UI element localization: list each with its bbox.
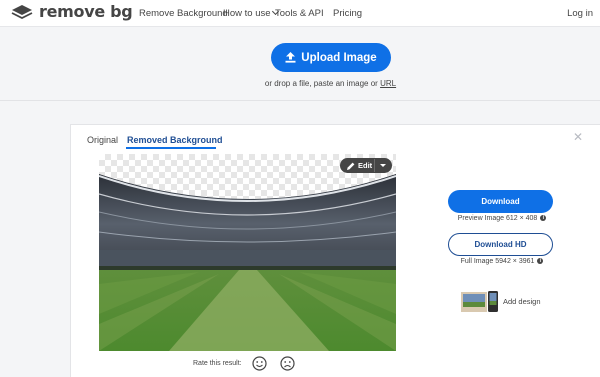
download-hd-button[interactable]: Download HD <box>448 233 553 256</box>
upload-hint-text: or drop a file, paste an image or <box>264 79 381 88</box>
top-navigation-bar: remove bg Remove Background How to use T… <box>0 0 600 27</box>
preview-image-info: Preview Image 612 × 408 i <box>452 215 552 222</box>
upload-section: Upload Image or drop a file, paste an im… <box>0 28 600 101</box>
nav-how-to-use-label: How to use <box>223 8 271 19</box>
rate-label: Rate this result: <box>193 360 242 367</box>
upload-arrow-icon <box>285 52 296 63</box>
stadium-image <box>99 174 396 351</box>
edit-label: Edit <box>358 161 373 170</box>
upload-hint: or drop a file, paste an image or URL <box>0 79 600 88</box>
sad-face-icon[interactable] <box>280 356 295 371</box>
design-thumbnail[interactable] <box>461 290 499 314</box>
nav-tools-api[interactable]: Tools & API <box>275 8 324 19</box>
caret-down-icon[interactable] <box>380 164 386 167</box>
layers-logo-icon <box>11 5 33 20</box>
full-info-text: Full Image 5942 × 3961 <box>460 258 535 265</box>
tab-removed-background[interactable]: Removed Background <box>127 135 223 145</box>
info-icon[interactable]: i <box>537 258 544 265</box>
logo-text: remove bg <box>39 2 133 21</box>
nav-pricing[interactable]: Pricing <box>333 8 362 19</box>
happy-face-icon[interactable] <box>252 356 267 371</box>
upload-button-label: Upload Image <box>301 51 377 64</box>
preview-info-text: Preview Image 612 × 408 <box>457 215 538 222</box>
login-link[interactable]: Log in <box>567 8 593 19</box>
nav-how-to-use[interactable]: How to use <box>223 7 279 19</box>
nav-remove-background[interactable]: Remove Background <box>139 8 228 19</box>
download-button[interactable]: Download <box>448 190 553 213</box>
tab-original[interactable]: Original <box>87 135 118 145</box>
pencil-icon <box>347 162 355 170</box>
add-design-link[interactable]: Add design <box>503 297 541 306</box>
full-image-info: Full Image 5942 × 3961 i <box>452 258 552 265</box>
upload-image-button[interactable]: Upload Image <box>271 43 391 72</box>
info-icon[interactable]: i <box>540 215 547 222</box>
logo[interactable]: remove bg <box>11 2 133 21</box>
result-image <box>99 154 396 351</box>
close-icon[interactable]: ✕ <box>573 130 583 144</box>
active-tab-indicator <box>126 147 216 149</box>
edit-separator <box>374 159 375 172</box>
url-link[interactable]: URL <box>380 79 396 88</box>
